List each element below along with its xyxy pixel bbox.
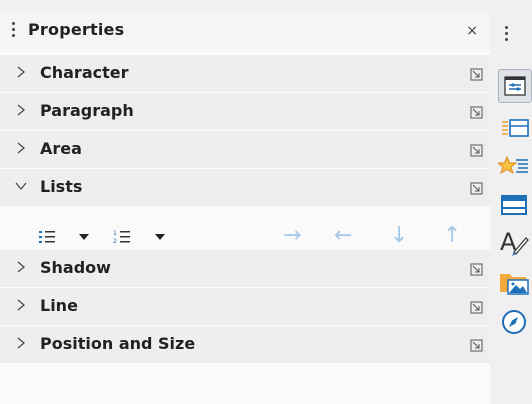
chevron-down-icon <box>15 182 27 190</box>
more-options-icon[interactable] <box>470 106 484 120</box>
section-area[interactable]: Area <box>0 131 490 168</box>
section-label: Lists <box>40 177 83 196</box>
panel-title: Properties <box>28 20 125 39</box>
navigator-icon[interactable] <box>498 306 530 338</box>
properties-icon[interactable] <box>498 69 532 103</box>
dropdown-arrow-icon[interactable] <box>155 233 165 241</box>
section-label: Shadow <box>40 258 111 277</box>
chevron-right-icon <box>17 261 25 273</box>
move-down-arrow-icon[interactable]: ↓ <box>390 223 408 248</box>
move-up-arrow-icon[interactable]: ↑ <box>443 223 461 248</box>
panel-titlebar: Properties × <box>0 12 490 50</box>
section-shadow[interactable]: Shadow <box>0 250 490 287</box>
more-options-icon[interactable] <box>470 144 484 158</box>
ordered-list-icon[interactable]: 1 2 <box>113 229 131 245</box>
panel-grip-icon[interactable] <box>12 22 15 39</box>
section-label: Line <box>40 296 78 315</box>
section-lists[interactable]: Lists <box>0 169 490 206</box>
fontwork-icon[interactable]: A <box>498 226 530 258</box>
sidebar-tabbar: A <box>490 0 532 404</box>
dropdown-arrow-icon[interactable] <box>79 233 89 241</box>
section-label: Area <box>40 139 82 158</box>
styles-icon[interactable] <box>498 112 530 144</box>
section-label: Position and Size <box>40 334 196 353</box>
image-folder-icon[interactable] <box>498 266 530 298</box>
section-line[interactable]: Line <box>0 288 490 325</box>
chevron-right-icon <box>17 337 25 349</box>
section-paragraph[interactable]: Paragraph <box>0 93 490 130</box>
svg-text:2: 2 <box>113 238 117 245</box>
unordered-list-icon[interactable] <box>38 229 56 245</box>
svg-text:1: 1 <box>113 230 117 237</box>
chevron-right-icon <box>17 299 25 311</box>
more-options-icon[interactable] <box>470 301 484 315</box>
promote-arrow-icon[interactable]: ← <box>334 223 352 248</box>
demote-arrow-icon[interactable]: → <box>283 223 301 248</box>
more-options-icon[interactable] <box>470 68 484 82</box>
more-options-icon[interactable] <box>470 263 484 277</box>
sidebar-menu-icon[interactable] <box>505 26 508 44</box>
chevron-right-icon <box>17 66 25 78</box>
more-options-icon[interactable] <box>470 339 484 353</box>
chevron-right-icon <box>17 104 25 116</box>
gallery-icon[interactable] <box>496 151 530 183</box>
section-label: Paragraph <box>40 101 134 120</box>
properties-panel: Properties × Character Paragraph Area Li… <box>0 12 490 404</box>
chevron-right-icon <box>17 142 25 154</box>
more-options-icon[interactable] <box>470 182 484 196</box>
close-icon[interactable]: × <box>466 23 478 39</box>
section-character[interactable]: Character <box>0 55 490 92</box>
page-icon[interactable] <box>498 188 530 220</box>
section-label: Character <box>40 63 129 82</box>
section-position-and-size[interactable]: Position and Size <box>0 326 490 363</box>
